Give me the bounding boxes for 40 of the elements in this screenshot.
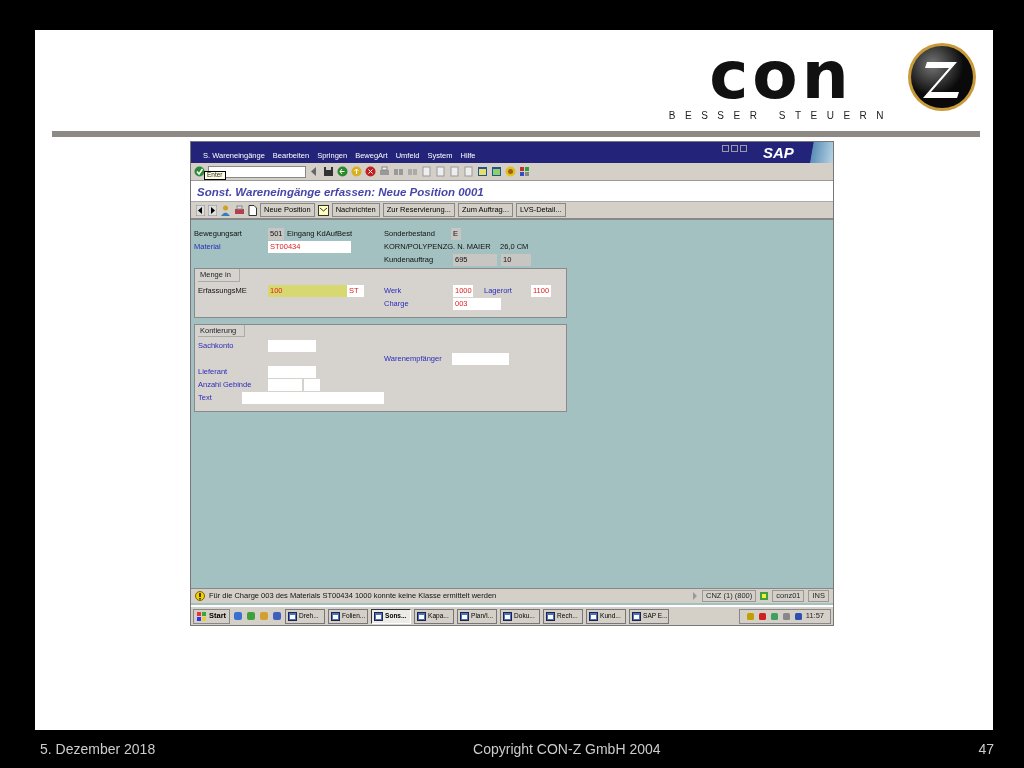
warning-icon: [195, 591, 205, 601]
window-icon: [589, 611, 599, 621]
envelope-icon[interactable]: [317, 204, 329, 216]
input-field[interactable]: [242, 392, 384, 404]
logo-wordmark: con: [709, 50, 853, 102]
layout-icon[interactable]: [519, 166, 530, 177]
window-icon: [546, 611, 556, 621]
logo-emblem-icon: [907, 42, 977, 112]
input-field[interactable]: [268, 366, 316, 378]
footer-copyright: Copyright CON-Z GmbH 2004: [472, 739, 662, 759]
tray-icon: [793, 611, 803, 621]
triangle-right-icon[interactable]: [208, 204, 217, 216]
input-field[interactable]: [268, 340, 316, 352]
window-icon: [288, 611, 298, 621]
input-field[interactable]: [452, 353, 509, 365]
triangle-left-icon[interactable]: [196, 204, 205, 216]
flag-icon: [197, 611, 206, 621]
window-icon: [503, 611, 513, 621]
command-field[interactable]: [208, 165, 306, 178]
back-icon[interactable]: [337, 166, 348, 177]
help-icon[interactable]: [505, 166, 516, 177]
cancel-icon[interactable]: [365, 166, 376, 177]
logo-tagline: BESSER STEUERN: [668, 109, 893, 123]
check-icon[interactable]: [194, 166, 205, 177]
square-icon[interactable]: [246, 611, 257, 621]
window-icon[interactable]: [477, 166, 488, 177]
footer-date: 5. Dezember 2018: [40, 739, 156, 759]
window-icon[interactable]: [491, 166, 502, 177]
window-icon: [460, 611, 470, 621]
window-icon: [331, 611, 341, 621]
printer-icon[interactable]: [379, 166, 390, 177]
input-field[interactable]: [268, 379, 302, 391]
window-icon: [417, 611, 427, 621]
window-icon: [374, 611, 384, 621]
input-field[interactable]: [304, 379, 320, 391]
window-icon: [632, 611, 642, 621]
printer-icon[interactable]: [234, 204, 245, 216]
page-icon[interactable]: [248, 204, 257, 216]
page-number: 47: [978, 739, 994, 759]
screen-title: Sonst. Wareneingänge erfassen: Neue Position 0001: [191, 181, 833, 201]
